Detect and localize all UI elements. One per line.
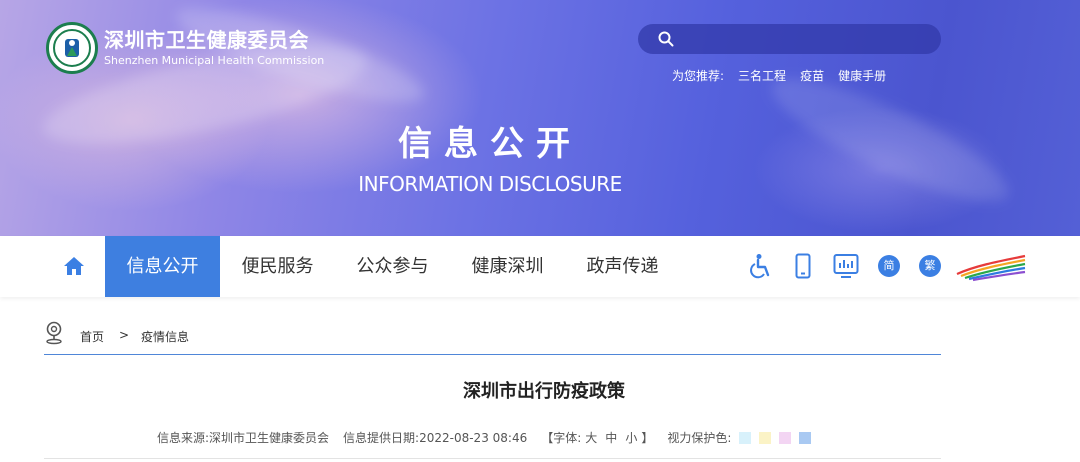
search-icon[interactable] <box>658 31 674 47</box>
recommend-link-sanming[interactable]: 三名工程 <box>738 67 786 84</box>
breadcrumb-separator: > <box>119 328 130 342</box>
hero-subtitle: INFORMATION DISCLOSURE <box>358 172 622 196</box>
header-banner: 深圳市卫生健康委员会 Shenzhen Municipal Health Com… <box>0 0 1080 236</box>
article-date: 信息提供日期:2022-08-23 08:46 <box>343 431 528 445</box>
search-input[interactable] <box>682 30 926 48</box>
article-title: 深圳市出行防疫政策 <box>463 381 625 402</box>
location-pin-icon <box>46 321 62 345</box>
eye-color-swatch[interactable] <box>799 431 812 444</box>
mobile-icon[interactable] <box>795 253 811 279</box>
font-size-label: 【字体: <box>541 431 582 445</box>
emblem-icon <box>46 22 98 74</box>
org-name-en: Shenzhen Municipal Health Commission <box>104 54 325 67</box>
recommend-label: 为您推荐: <box>672 69 725 83</box>
font-size-close: 】 <box>641 431 654 445</box>
nav-item-public-service[interactable]: 便民服务 <box>230 236 325 297</box>
breadcrumb-home-link[interactable]: 首页 <box>80 328 104 345</box>
eye-protect-label: 视力保护色: <box>667 431 732 445</box>
breadcrumb: 首页 > 疫情信息 <box>44 320 941 355</box>
breadcrumb-current-link[interactable]: 疫情信息 <box>141 328 189 345</box>
shenzhen-gov-logo-icon <box>956 254 1026 282</box>
home-icon[interactable] <box>62 254 86 278</box>
site-logo[interactable]: 深圳市卫生健康委员会 Shenzhen Municipal Health Com… <box>46 22 324 74</box>
traditional-chinese-button[interactable]: 繁 <box>919 255 941 277</box>
article-meta: 信息来源:深圳市卫生健康委员会 信息提供日期:2022-08-23 08:46 … <box>157 429 812 446</box>
org-name-cn: 深圳市卫生健康委员会 <box>104 28 309 52</box>
search-box[interactable] <box>638 24 941 54</box>
font-size-medium-button[interactable]: 中 <box>605 429 617 446</box>
shenzhen-gov-logo[interactable] <box>955 252 1027 282</box>
nav-item-healthy-shenzhen[interactable]: 健康深圳 <box>460 236 555 297</box>
simplified-chinese-button[interactable]: 简 <box>878 255 900 277</box>
nav-item-policy-voice[interactable]: 政声传递 <box>575 236 670 297</box>
data-screen-icon[interactable] <box>833 253 859 279</box>
eye-color-swatch[interactable] <box>779 431 792 444</box>
main-nav: 信息公开 便民服务 公众参与 健康深圳 政声传递 简 繁 <box>0 236 1080 297</box>
nav-item-info-disclosure[interactable]: 信息公开 <box>105 236 220 297</box>
hero-title: 信息公开 <box>398 124 582 164</box>
recommend-link-handbook[interactable]: 健康手册 <box>838 67 886 84</box>
eye-color-swatch[interactable] <box>739 431 752 444</box>
font-size-large-button[interactable]: 大 <box>585 429 597 446</box>
recommend-bar: 为您推荐: 三名工程 疫苗 健康手册 <box>672 67 900 84</box>
accessibility-icon[interactable] <box>750 253 774 279</box>
article-source: 信息来源:深圳市卫生健康委员会 <box>157 431 330 445</box>
content-divider <box>44 458 941 459</box>
font-size-small-button[interactable]: 小 <box>625 429 637 446</box>
nav-item-public-participation[interactable]: 公众参与 <box>345 236 440 297</box>
eye-color-swatch[interactable] <box>759 431 772 444</box>
recommend-link-vaccine[interactable]: 疫苗 <box>800 67 824 84</box>
